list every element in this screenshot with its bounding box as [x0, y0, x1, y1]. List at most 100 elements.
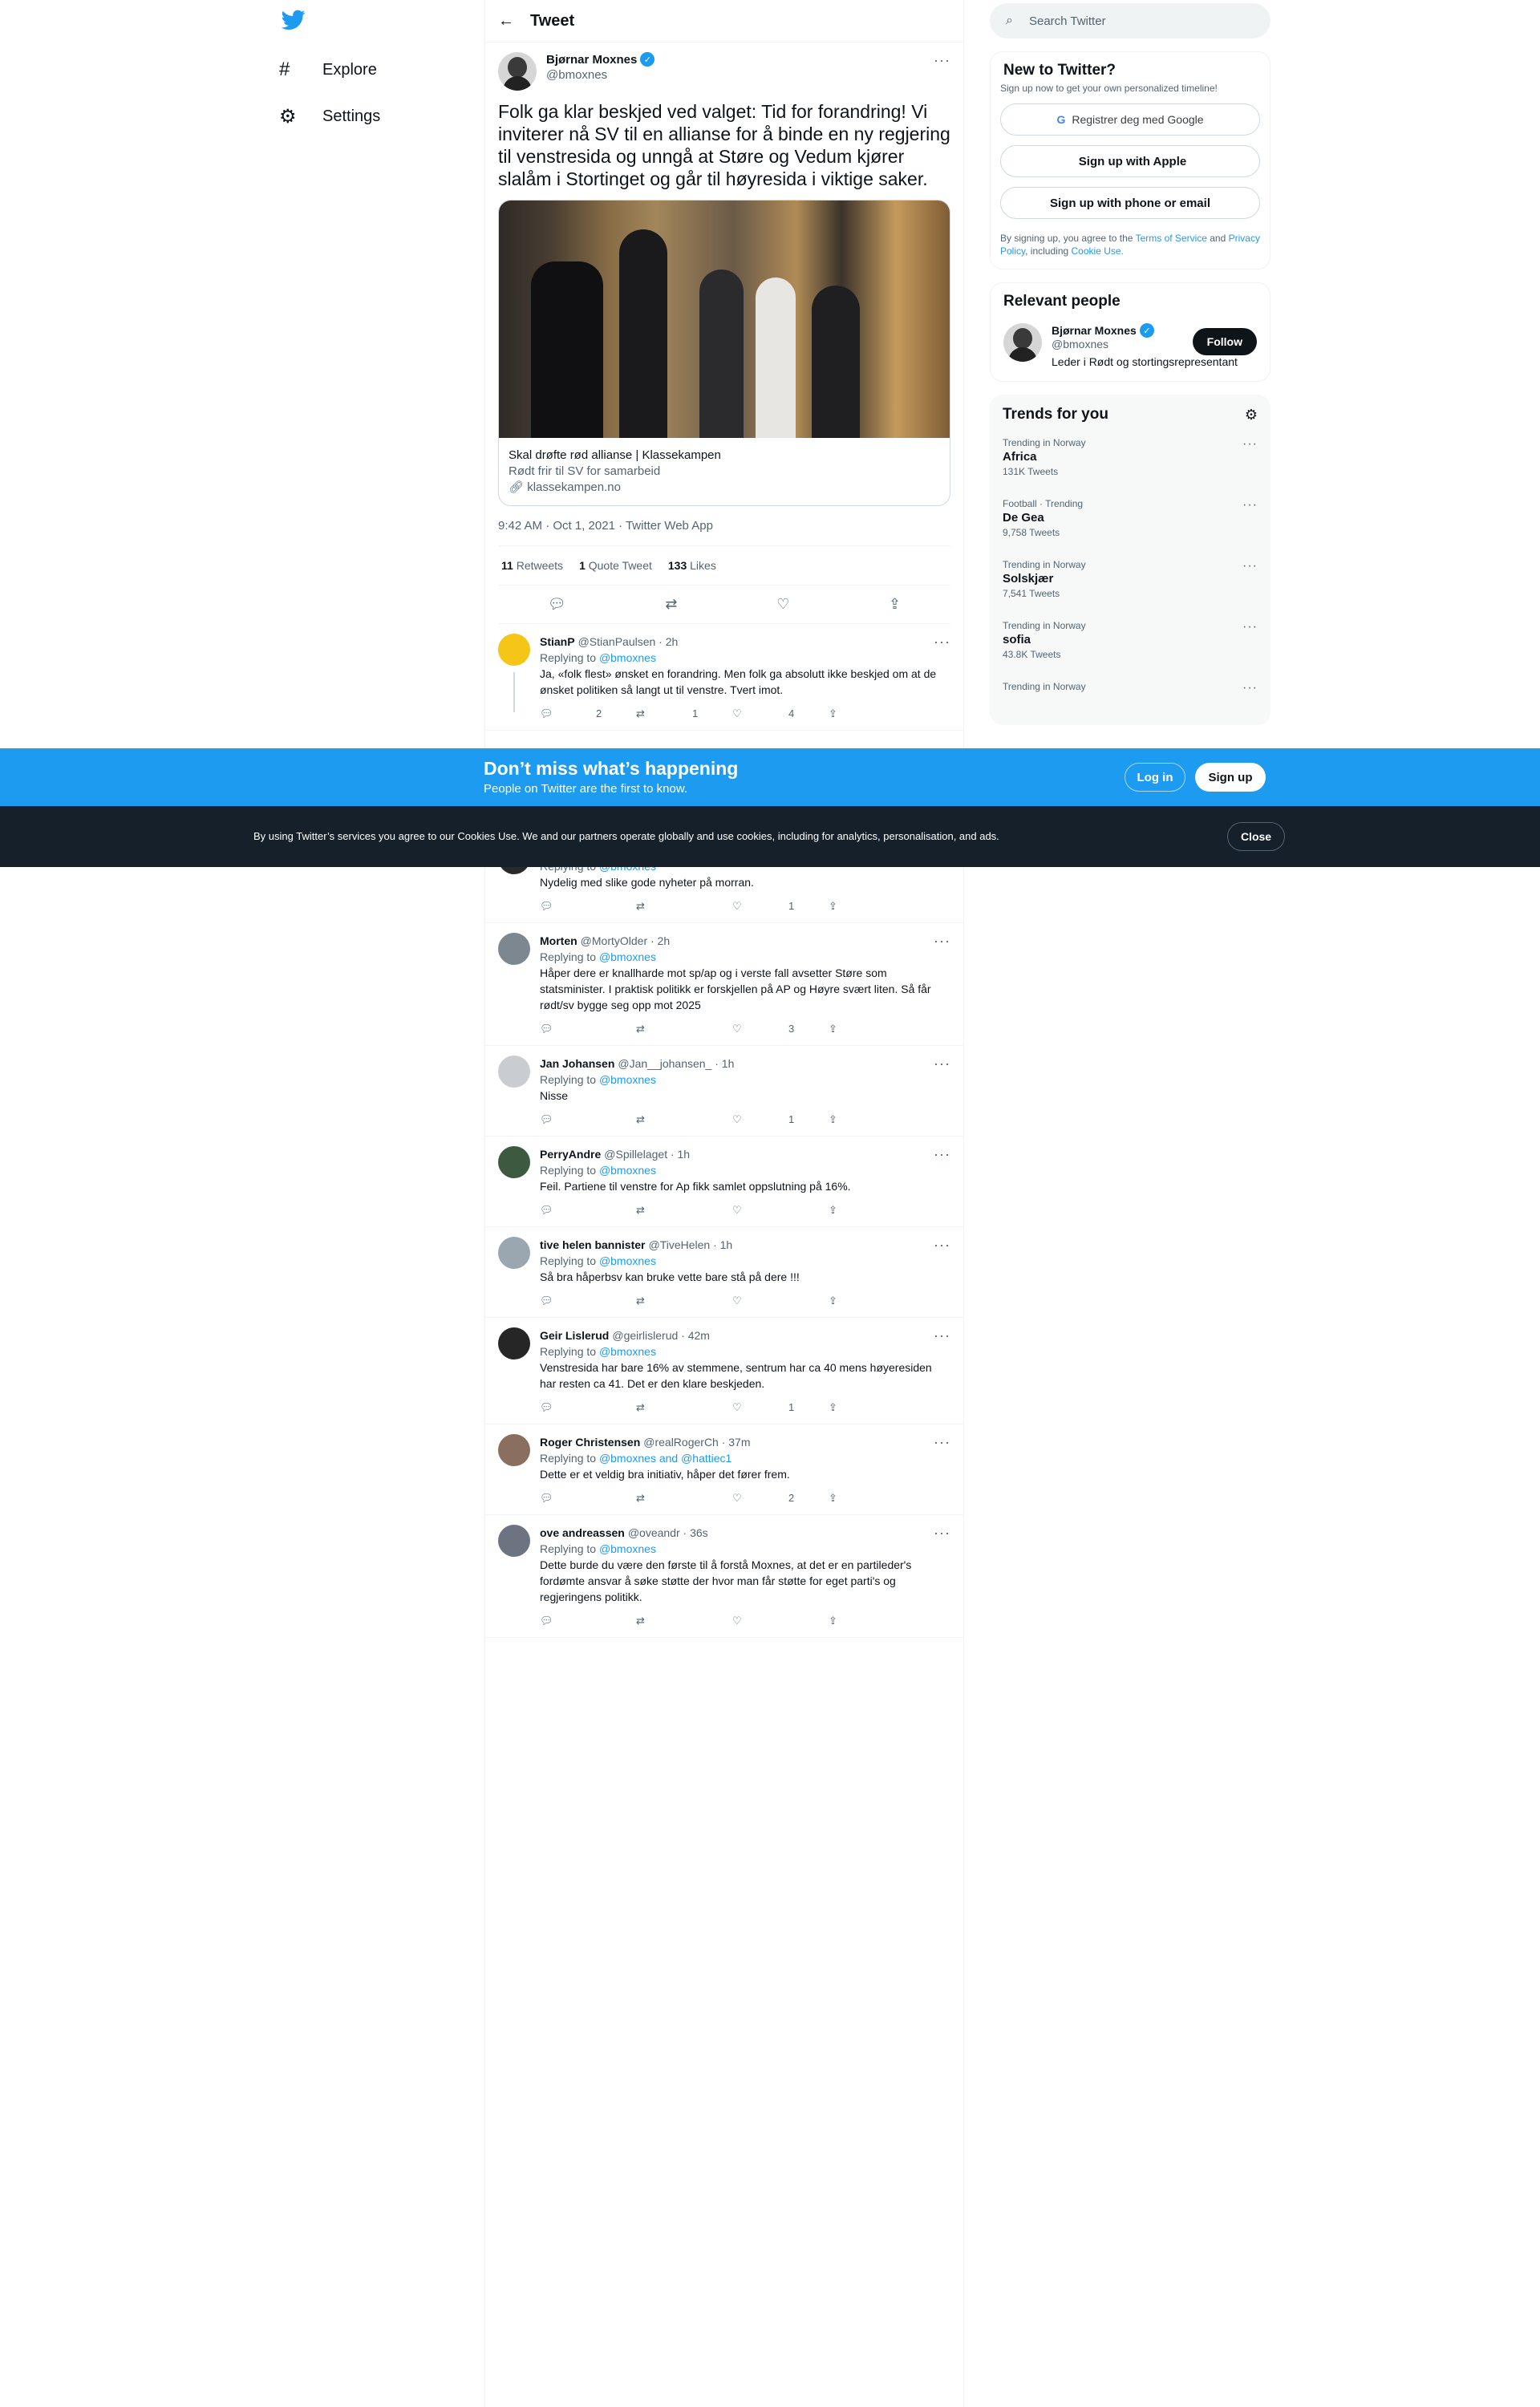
retweet-button[interactable]: ⇄ — [636, 1400, 732, 1416]
share-button[interactable]: ⇪ — [829, 1112, 877, 1128]
retweet-icon[interactable]: ⇄ — [665, 596, 677, 613]
like-icon[interactable]: ♡ — [776, 596, 789, 613]
reply-author-handle[interactable]: @geirlislerud · 42m — [612, 1327, 710, 1343]
share-button[interactable]: ⇪ — [829, 1490, 877, 1506]
cookies-use-link[interactable]: Cookies Use — [457, 830, 517, 842]
trend-item[interactable]: Trending in Norway ··· — [990, 671, 1270, 703]
reply-tweet[interactable]: Jan Johansen @Jan__johansen_ · 1h Replyi… — [485, 1046, 963, 1137]
avatar[interactable] — [498, 1327, 530, 1360]
share-button[interactable]: ⇪ — [829, 1021, 877, 1037]
terms-link[interactable]: Terms of Service — [1136, 233, 1207, 244]
share-button[interactable]: ⇪ — [829, 1293, 877, 1309]
retweet-button[interactable]: ⇄ — [636, 1202, 732, 1218]
more-options-icon[interactable]: ··· — [934, 634, 950, 650]
twitter-bird-icon[interactable] — [281, 10, 306, 34]
share-button[interactable]: ⇪ — [829, 1613, 877, 1629]
replying-to-link[interactable]: @bmoxnes — [599, 950, 656, 963]
reply-tweet[interactable]: PerryAndre @Spillelaget · 1h Replying to… — [485, 1137, 963, 1227]
reply-tweet[interactable]: StianP @StianPaulsen · 2h Replying to @b… — [485, 624, 963, 731]
reply-button[interactable]: 💬︎ — [540, 1202, 636, 1218]
more-options-icon[interactable]: ··· — [934, 1327, 950, 1344]
reply-author-handle[interactable]: @StianPaulsen · 2h — [578, 634, 679, 650]
like-button[interactable]: ♡ 1 — [732, 898, 829, 914]
share-button[interactable]: ⇪ — [829, 1400, 877, 1416]
reply-button[interactable]: 💬︎ — [540, 1021, 636, 1037]
share-icon[interactable]: ⇪ — [889, 596, 901, 613]
more-options-icon[interactable]: ··· — [934, 52, 950, 69]
search-input[interactable]: Search Twitter — [1029, 14, 1106, 28]
replying-to-link[interactable]: @bmoxnes — [599, 1254, 656, 1267]
reply-tweet[interactable]: Morten @MortyOlder · 2h Replying to @bmo… — [485, 923, 963, 1046]
avatar[interactable] — [498, 1525, 530, 1557]
more-options-icon[interactable]: ··· — [934, 1434, 950, 1451]
like-button[interactable]: ♡ — [732, 1202, 829, 1218]
apple-signup-button[interactable]: Sign up with Apple — [1000, 145, 1260, 177]
reply-author-name[interactable]: Morten — [540, 933, 578, 949]
replying-to-link[interactable]: @bmoxnes — [599, 1345, 656, 1358]
retweets-stat[interactable]: 11 Retweets — [501, 559, 563, 572]
like-button[interactable]: ♡ 1 — [732, 1400, 829, 1416]
replying-to-link[interactable]: @bmoxnes — [599, 651, 656, 664]
reply-tweet[interactable]: Geir Lislerud @geirlislerud · 42m Replyi… — [485, 1318, 963, 1424]
more-options-icon[interactable]: ··· — [1242, 438, 1258, 451]
trend-item[interactable]: Trending in Norway Solskjær 7,541 Tweets… — [990, 549, 1270, 610]
reply-author-name[interactable]: StianP — [540, 634, 575, 650]
person-name[interactable]: Bjørnar Moxnes — [1052, 324, 1137, 337]
reply-author-handle[interactable]: @Jan__johansen_ · 1h — [618, 1056, 734, 1072]
cookie-link[interactable]: Cookie Use. — [1072, 245, 1124, 257]
arrow-left-icon[interactable]: ← — [498, 12, 530, 30]
more-options-icon[interactable]: ··· — [1242, 499, 1258, 512]
trend-item[interactable]: Trending in Norway sofia 43.8K Tweets ··… — [990, 610, 1270, 671]
reply-author-handle[interactable]: @MortyOlder · 2h — [581, 933, 670, 949]
more-options-icon[interactable]: ··· — [934, 1056, 950, 1072]
retweet-button[interactable]: ⇄ — [636, 1021, 732, 1037]
reply-button[interactable]: 💬︎ 2 — [540, 706, 636, 722]
reply-button[interactable]: 💬︎ — [540, 1490, 636, 1506]
avatar[interactable] — [498, 52, 537, 91]
reply-author-name[interactable]: Roger Christensen — [540, 1434, 640, 1450]
replying-to-link[interactable]: @bmoxnes — [599, 1164, 656, 1177]
reply-author-name[interactable]: ove andreassen — [540, 1525, 625, 1541]
retweet-button[interactable]: ⇄ — [636, 1613, 732, 1629]
author-handle[interactable]: @bmoxnes — [546, 68, 654, 82]
avatar[interactable] — [498, 933, 530, 965]
replying-to-link[interactable]: @bmoxnes — [599, 1073, 656, 1086]
signup-button[interactable]: Sign up — [1195, 763, 1266, 792]
tweet-timestamp[interactable]: 9:42 AM · Oct 1, 2021 · Twitter Web App — [498, 519, 950, 546]
replying-to-link[interactable]: @bmoxnes and @hattiec1 — [599, 1452, 732, 1465]
more-options-icon[interactable]: ··· — [934, 1146, 950, 1163]
retweet-button[interactable]: ⇄ — [636, 1112, 732, 1128]
more-options-icon[interactable]: ··· — [934, 933, 950, 950]
reply-author-name[interactable]: Jan Johansen — [540, 1056, 614, 1072]
like-button[interactable]: ♡ 3 — [732, 1021, 829, 1037]
reply-author-name[interactable]: PerryAndre — [540, 1146, 601, 1162]
reply-button[interactable]: 💬︎ — [540, 1293, 636, 1309]
share-button[interactable]: ⇪ — [829, 706, 877, 722]
avatar[interactable] — [498, 1146, 530, 1178]
reply-tweet[interactable]: tive helen bannister @TiveHelen · 1h Rep… — [485, 1227, 963, 1318]
more-options-icon[interactable]: ··· — [934, 1237, 950, 1254]
avatar[interactable] — [498, 634, 530, 666]
like-button[interactable]: ♡ 1 — [732, 1112, 829, 1128]
like-button[interactable]: ♡ — [732, 1293, 829, 1309]
retweet-button[interactable]: ⇄ — [636, 1490, 732, 1506]
likes-stat[interactable]: 133 Likes — [668, 559, 716, 572]
reply-author-handle[interactable]: @oveandr · 36s — [628, 1525, 708, 1541]
replying-to-link[interactable]: @bmoxnes — [599, 1542, 656, 1555]
reply-author-handle[interactable]: @TiveHelen · 1h — [648, 1237, 732, 1253]
reply-author-name[interactable]: Geir Lislerud — [540, 1327, 609, 1343]
reply-tweet[interactable]: ove andreassen @oveandr · 36s Replying t… — [485, 1515, 963, 1638]
phone-signup-button[interactable]: Sign up with phone or email — [1000, 187, 1260, 219]
like-button[interactable]: ♡ — [732, 1613, 829, 1629]
login-button[interactable]: Log in — [1125, 763, 1185, 792]
reply-button[interactable]: 💬︎ — [540, 1400, 636, 1416]
reply-button[interactable]: 💬︎ — [540, 898, 636, 914]
share-button[interactable]: ⇪ — [829, 1202, 877, 1218]
more-options-icon[interactable]: ··· — [934, 1525, 950, 1542]
reply-icon[interactable]: 💬︎ — [548, 596, 566, 613]
gear-icon[interactable]: ⚙ — [1245, 407, 1258, 423]
retweet-button[interactable]: ⇄ 1 — [636, 706, 732, 722]
retweet-button[interactable]: ⇄ — [636, 898, 732, 914]
google-signup-button[interactable]: G Registrer deg med Google — [1000, 103, 1260, 136]
relevant-person[interactable]: Bjørnar Moxnes ✓ @bmoxnes Leder i Rødt og… — [991, 314, 1270, 381]
